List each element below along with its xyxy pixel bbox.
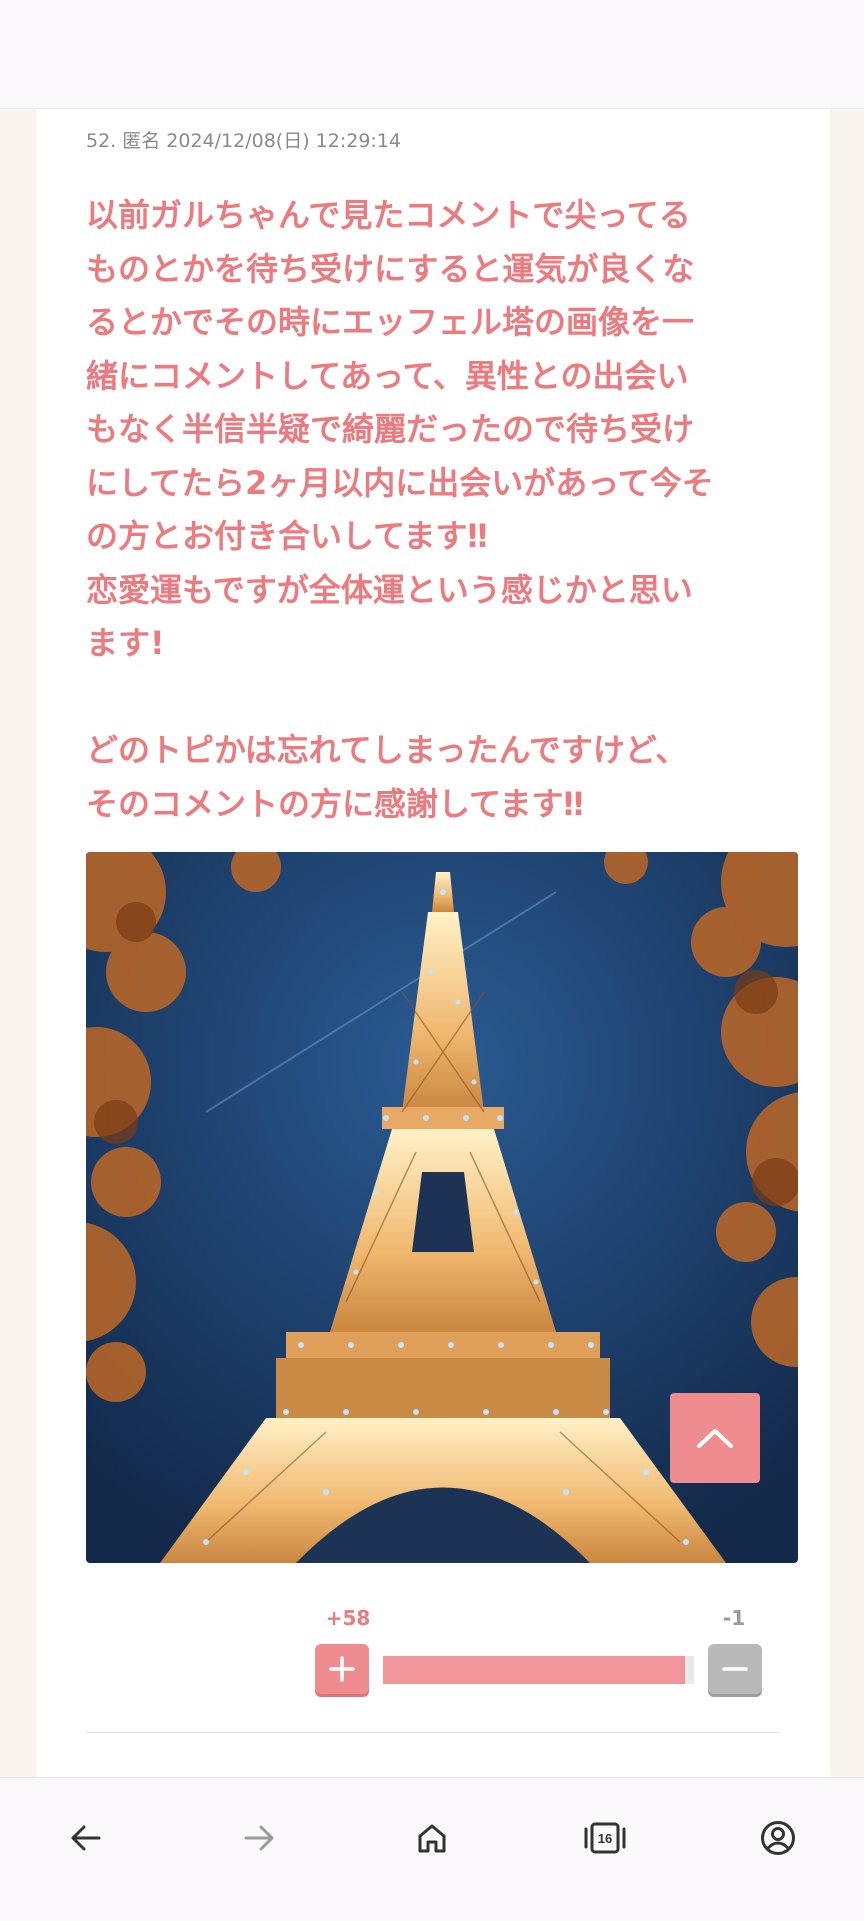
home-icon [418,1824,446,1853]
minus-icon [722,1667,748,1671]
forward-arrow-icon [244,1825,274,1851]
nav-back-button[interactable] [56,1808,116,1868]
back-arrow-icon [71,1825,101,1851]
bottom-navigation-bar: 16 [0,1777,864,1921]
comment-card: 52. 匿名 2024/12/08(日) 12:29:14 以前ガルちゃんで見た… [36,109,830,1777]
plus-vote-count: +58 [325,1606,371,1630]
nav-home-button[interactable] [402,1808,462,1868]
vote-ratio-fill [383,1656,685,1684]
plus-icon [329,1656,355,1682]
scroll-to-top-button[interactable] [670,1393,760,1483]
minus-vote-button[interactable] [708,1644,762,1694]
account-icon [761,1821,795,1855]
tab-count: 16 [598,1831,612,1846]
vote-ratio-bar [383,1656,694,1684]
comment-divider [86,1732,780,1733]
minus-vote-count: -1 [722,1606,746,1630]
tabs-icon: 16 [584,1822,626,1854]
nav-account-button[interactable] [748,1808,808,1868]
nav-tabs-button[interactable]: 16 [575,1808,635,1868]
top-status-area [0,0,864,109]
plus-vote-button[interactable] [315,1644,369,1694]
nav-forward-button[interactable] [229,1808,289,1868]
comment-header: 52. 匿名 2024/12/08(日) 12:29:14 [86,130,402,152]
comment-body: 以前ガルちゃんで見たコメントで尖ってる ものとかを待ち受けにすると運気が良くな … [86,196,714,823]
chevron-up-icon [697,1429,733,1448]
